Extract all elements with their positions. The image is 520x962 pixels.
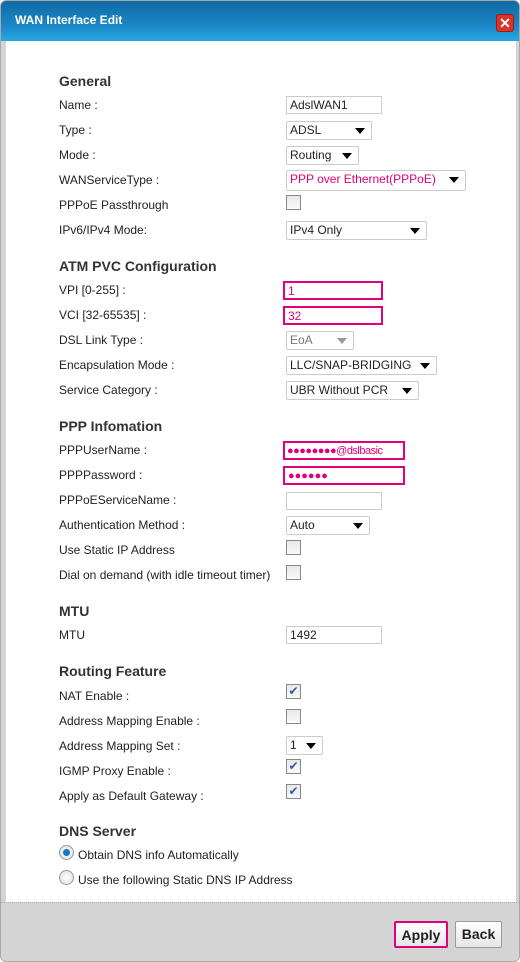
chevron-down-icon [306,743,316,749]
close-icon[interactable]: ✕ [496,14,514,32]
mtu-label: MTU [59,628,85,642]
encapsulation-select[interactable]: LLC/SNAP-BRIDGING [286,356,437,375]
auth-method-select[interactable]: Auto [286,516,370,535]
encapsulation-value: LLC/SNAP-BRIDGING [290,358,412,372]
chevron-down-icon [402,388,412,394]
name-input[interactable]: AdslWAN1 [286,96,382,114]
encapsulation-label: Encapsulation Mode : [59,358,175,372]
dns-static-radio[interactable] [59,870,74,885]
wan-service-type-value: PPP over Ethernet(PPPoE) [290,172,436,186]
vci-label: VCI [32-65535] : [59,308,147,322]
mode-value: Routing [290,148,332,162]
chevron-down-icon [342,153,352,159]
nat-enable-checkbox[interactable]: ✔ [286,684,301,699]
chevron-down-icon [420,363,430,369]
chevron-down-icon [353,523,363,529]
nat-enable-label: NAT Enable : [59,689,130,703]
chevron-down-icon [410,228,420,234]
address-mapping-enable-label: Address Mapping Enable : [59,714,200,728]
apply-button[interactable]: Apply [394,921,448,948]
name-label: Name : [59,98,98,112]
dsl-link-type-value: EoA [290,333,313,347]
footer-divider [1,902,519,903]
mtu-input[interactable]: 1492 [286,626,382,644]
section-general: General [59,73,112,89]
back-button[interactable]: Back [455,921,502,948]
auth-method-label: Authentication Method : [59,518,186,532]
dial-on-demand-label: Dial on demand (with idle timeout timer) [59,568,271,582]
chevron-down-icon [337,338,347,344]
vci-input[interactable]: 32 [283,306,383,325]
type-select[interactable]: ADSL [286,121,372,140]
ip-mode-value: IPv4 Only [290,223,343,237]
address-mapping-set-select[interactable]: 1 [286,736,323,755]
mode-label: Mode : [59,148,96,162]
default-gateway-label: Apply as Default Gateway : [59,789,204,803]
wan-service-type-select[interactable]: PPP over Ethernet(PPPoE) [286,170,466,191]
service-category-label: Service Category : [59,383,158,397]
igmp-proxy-checkbox[interactable]: ✔ [286,759,301,774]
wan-service-type-label: WANServiceType : [59,173,160,187]
ip-mode-label: IPv6/IPv4 Mode: [59,223,148,237]
title-bar: WAN Interface Edit ✕ [1,1,519,41]
dsl-link-type-label: DSL Link Type : [59,333,144,347]
chevron-down-icon [355,128,365,134]
static-ip-label: Use Static IP Address [59,543,175,557]
section-mtu: MTU [59,603,90,619]
pppoe-passthrough-checkbox[interactable] [286,195,301,210]
wan-interface-edit-dialog: WAN Interface Edit ✕ General Name : Adsl… [0,0,520,962]
section-dns: DNS Server [59,823,137,839]
ppp-password-label: PPPPassword : [59,468,143,482]
auth-method-value: Auto [290,518,315,532]
default-gateway-checkbox[interactable]: ✔ [286,784,301,799]
address-mapping-enable-checkbox[interactable] [286,709,301,724]
address-mapping-set-value: 1 [290,738,297,752]
mode-select[interactable]: Routing [286,146,359,165]
dns-auto-label: Obtain DNS info Automatically [78,848,239,862]
dsl-link-type-select: EoA [286,331,354,350]
dialog-title: WAN Interface Edit [15,13,123,27]
type-label: Type : [59,123,92,137]
static-ip-checkbox[interactable] [286,540,301,555]
igmp-proxy-label: IGMP Proxy Enable : [59,764,171,778]
pppoe-service-name-input[interactable] [286,492,382,510]
chevron-down-icon [449,177,459,183]
ip-mode-select[interactable]: IPv4 Only [286,221,427,240]
type-value: ADSL [290,123,322,137]
pppoe-passthrough-label: PPPoE Passthrough [59,198,169,212]
ppp-username-label: PPPUserName : [59,443,148,457]
dns-auto-radio[interactable] [59,845,74,860]
service-category-select[interactable]: UBR Without PCR [286,381,419,400]
section-routing: Routing Feature [59,663,167,679]
vpi-label: VPI [0-255] : [59,283,126,297]
vpi-input[interactable]: 1 [283,281,383,300]
service-category-value: UBR Without PCR [290,383,389,397]
section-atm: ATM PVC Configuration [59,258,217,274]
ppp-password-input[interactable]: ●●●●●● [283,466,405,485]
pppoe-service-name-label: PPPoEServiceName : [59,493,177,507]
dns-static-label: Use the following Static DNS IP Address [78,873,293,887]
ppp-username-input[interactable]: ●●●●●●●●@dslbasic [283,441,405,460]
dial-on-demand-checkbox[interactable] [286,565,301,580]
address-mapping-set-label: Address Mapping Set : [59,739,181,753]
section-ppp: PPP Infomation [59,418,163,434]
